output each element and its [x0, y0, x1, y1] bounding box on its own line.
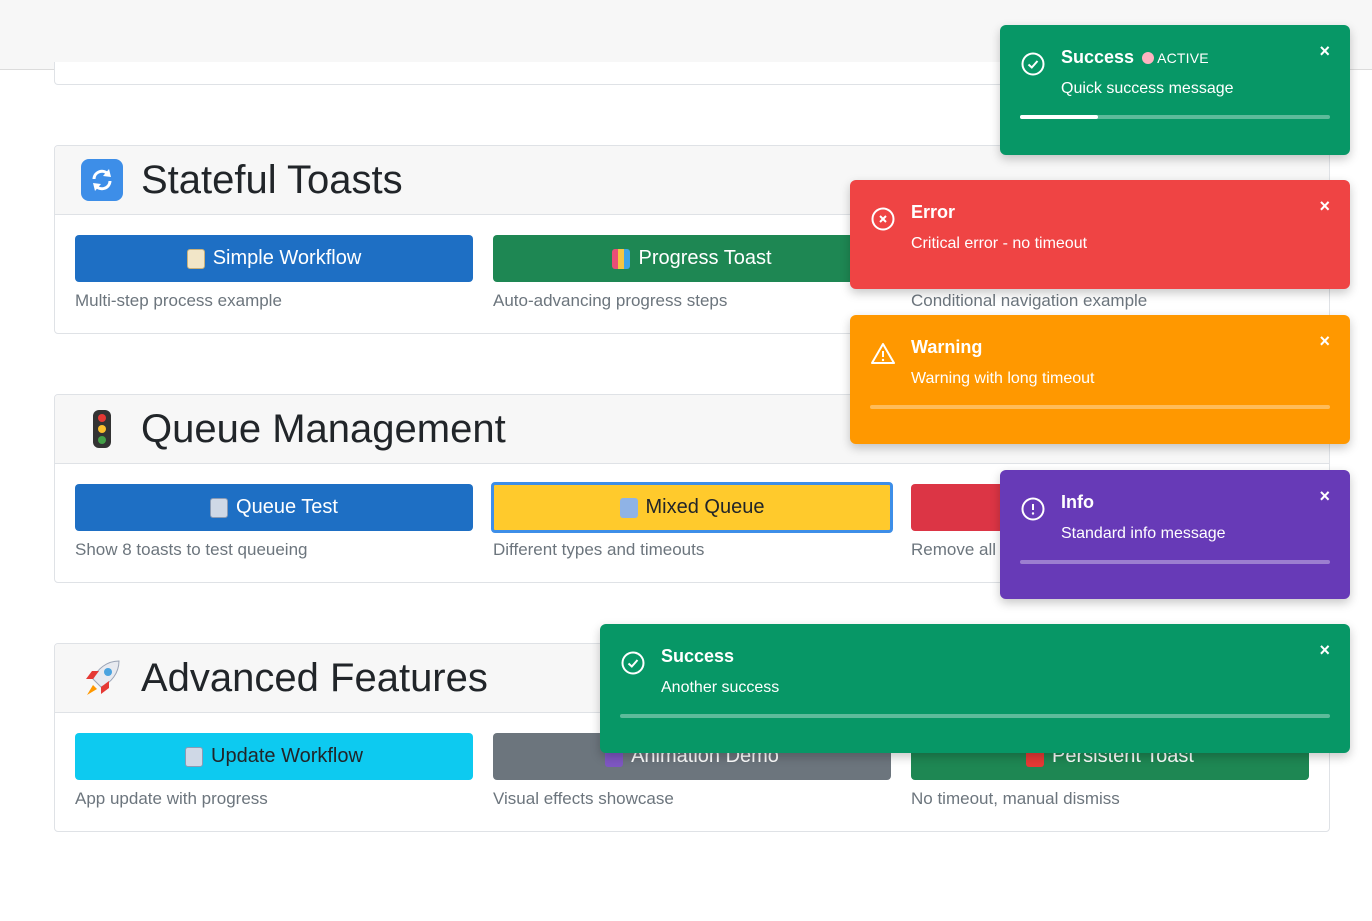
- close-icon[interactable]: ×: [1319, 196, 1330, 217]
- info-circle-icon: [1021, 497, 1045, 521]
- traffic-light-icon: [81, 408, 123, 450]
- close-icon[interactable]: ×: [1319, 41, 1330, 62]
- toast-progress-fill: [1020, 115, 1098, 119]
- alarm-clock-icon: [1142, 52, 1155, 64]
- card-title: Queue Management: [141, 406, 506, 451]
- inbox-tray-icon: [210, 497, 229, 518]
- toast-title: Info: [1061, 492, 1094, 512]
- arrows-cycle-icon: [81, 159, 123, 201]
- toast-title: Error: [911, 202, 956, 222]
- toast-message: Another success: [661, 679, 780, 696]
- queue-test-desc: Show 8 toasts to test queueing: [75, 540, 308, 559]
- close-icon[interactable]: ×: [1319, 486, 1330, 507]
- toast-title: Warning: [911, 337, 983, 357]
- toast-message: Warning with long timeout: [911, 370, 1095, 387]
- clear-queue-desc: Remove all: [911, 540, 997, 559]
- toast-info[interactable]: Info Standard info message ×: [1000, 470, 1350, 599]
- update-workflow-desc: App update with progress: [75, 789, 268, 808]
- outbox-tray-icon: [185, 746, 204, 767]
- toast-message: Standard info message: [1061, 525, 1226, 542]
- rocket-icon: [81, 657, 123, 699]
- warning-triangle-icon: [871, 343, 895, 364]
- toast-progress-track: [620, 714, 1330, 718]
- close-icon[interactable]: ×: [1319, 331, 1330, 352]
- toast-error[interactable]: Error Critical error - no timeout ×: [850, 180, 1350, 289]
- toast-progress-track: [870, 405, 1330, 409]
- clipboard-icon: [186, 248, 205, 269]
- mixed-queue-button[interactable]: Mixed Queue: [491, 482, 893, 533]
- card-title: Stateful Toasts: [141, 157, 403, 202]
- performing-arts-icon: [619, 497, 638, 518]
- toast-title: Success: [661, 646, 735, 666]
- check-circle-icon: [1021, 52, 1045, 76]
- toast-message: Critical error - no timeout: [911, 235, 1088, 252]
- x-circle-icon: [871, 207, 895, 231]
- progress-toast-desc: Auto-advancing progress steps: [493, 291, 728, 310]
- conditional-navigation-desc: Conditional navigation example: [911, 291, 1148, 310]
- toast-message: Quick success message: [1061, 80, 1234, 97]
- toast-title: Success ACTIVE: [1061, 47, 1209, 67]
- progress-toast-button[interactable]: Progress Toast: [493, 235, 891, 282]
- card-title: Advanced Features: [141, 655, 488, 700]
- toast-success-active[interactable]: Success ACTIVE Quick success message ×: [1000, 25, 1350, 155]
- toast-success[interactable]: Success Another success ×: [600, 624, 1350, 753]
- mixed-queue-desc: Different types and timeouts: [493, 540, 705, 559]
- toast-warning[interactable]: Warning Warning with long timeout ×: [850, 315, 1350, 444]
- close-icon[interactable]: ×: [1319, 640, 1330, 661]
- update-workflow-button[interactable]: Update Workflow: [75, 733, 473, 780]
- bar-chart-icon: [612, 248, 631, 269]
- toast-progress-track: [1020, 115, 1330, 119]
- active-badge: ACTIVE: [1142, 50, 1209, 66]
- queue-test-button[interactable]: Queue Test: [75, 484, 473, 531]
- animation-demo-desc: Visual effects showcase: [493, 789, 674, 808]
- check-circle-icon: [621, 651, 645, 675]
- persistent-toast-desc: No timeout, manual dismiss: [911, 789, 1120, 808]
- simple-workflow-desc: Multi-step process example: [75, 291, 282, 310]
- toast-progress-track: [1020, 560, 1330, 564]
- simple-workflow-button[interactable]: Simple Workflow: [75, 235, 473, 282]
